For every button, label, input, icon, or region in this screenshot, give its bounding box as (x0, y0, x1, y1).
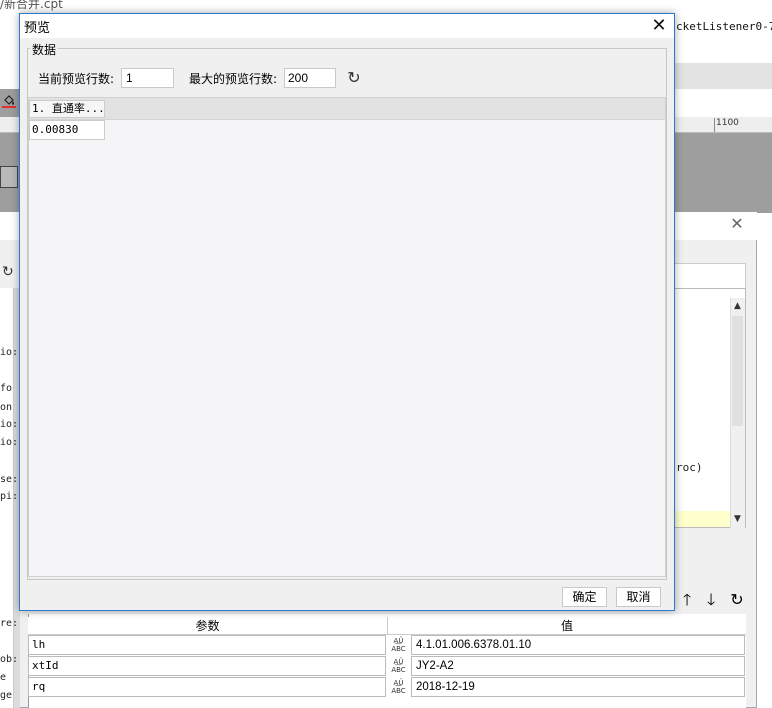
dialog-title: 预览 (24, 21, 51, 36)
close-icon[interactable]: ✕ (648, 15, 670, 37)
parameter-value-header: 值 (560, 619, 573, 633)
refresh-icon[interactable]: ↻ (345, 68, 363, 88)
ruler-label: 1100 (716, 118, 739, 128)
code-fragment: se: (0, 474, 19, 485)
text-type-icon[interactable]: A͟Ü ABC (388, 677, 409, 697)
editor-highlight-line (674, 511, 730, 527)
max-rows-input[interactable]: 200 (284, 68, 336, 88)
code-fragment: ge (0, 690, 13, 701)
paint-bucket-icon[interactable] (2, 94, 16, 108)
cancel-button[interactable]: 取消 (616, 587, 661, 607)
parameter-value-cell[interactable]: JY2-A2 (411, 656, 745, 676)
scroll-up-icon[interactable]: ▲ (730, 298, 745, 314)
code-fragment: ob: (0, 654, 19, 665)
code-fragment: re: (0, 618, 19, 629)
scroll-down-icon[interactable]: ▼ (730, 511, 745, 527)
parameter-value-cell[interactable]: 4.1.01.006.6378.01.10 (411, 635, 745, 655)
background-tab-text[interactable]: cketListener0-7 1 (676, 20, 772, 33)
preview-grid (28, 97, 666, 577)
background-left-box (0, 166, 18, 188)
refresh-icon[interactable]: ↻ (2, 264, 18, 282)
text-type-icon[interactable]: A͟Ü ABC (388, 656, 409, 676)
arrow-up-icon[interactable]: 🡑 (679, 590, 695, 610)
code-fragment: e (0, 672, 7, 683)
refresh-icon[interactable]: ↻ (728, 590, 746, 610)
ok-button[interactable]: 确定 (562, 587, 607, 607)
code-fragment: on (0, 402, 13, 413)
background-dialog-close-icon[interactable]: ✕ (729, 214, 745, 234)
parameter-value-cell[interactable]: 2018-12-19 (411, 677, 745, 697)
code-fragment: pi: (0, 491, 19, 502)
parameter-name-cell[interactable]: lh (28, 635, 386, 655)
background-canvas (674, 133, 772, 213)
background-top-bar (0, 0, 772, 13)
text-type-icon[interactable]: A͟Ü ABC (388, 635, 409, 655)
background-file-title: /新合并.cpt (0, 0, 63, 11)
code-fragment: io: (0, 437, 19, 448)
max-rows-label: 最大的预览行数: (189, 72, 278, 86)
current-rows-input[interactable]: 1 (121, 68, 174, 88)
code-fragment: io: (0, 419, 19, 430)
parameter-name-cell[interactable]: xtId (28, 656, 386, 676)
ruler-tick (714, 118, 715, 132)
background-toolbar-strip (674, 63, 772, 89)
preview-dialog-titlebar[interactable] (20, 14, 674, 38)
current-rows-label: 当前预览行数: (38, 72, 115, 86)
code-fragment: fo (0, 383, 13, 394)
parameter-name-cell[interactable]: rq (28, 677, 386, 697)
parameter-name-header: 参数 (28, 617, 388, 635)
code-fragment: io: (0, 347, 19, 358)
background-left-ruler (0, 117, 20, 133)
arrow-down-icon[interactable]: 🡓 (703, 590, 719, 610)
editor-scrollbar-thumb[interactable] (732, 316, 743, 426)
background-editor-header (674, 263, 746, 289)
preview-grid-header (29, 98, 665, 120)
data-group-label: 数据 (30, 41, 59, 58)
grid-cell[interactable]: 0.00830 (29, 120, 105, 140)
background-toolbar (674, 40, 772, 62)
editor-text: roc) (676, 461, 703, 474)
grid-column-header[interactable]: 1. 直通率... (29, 100, 105, 118)
